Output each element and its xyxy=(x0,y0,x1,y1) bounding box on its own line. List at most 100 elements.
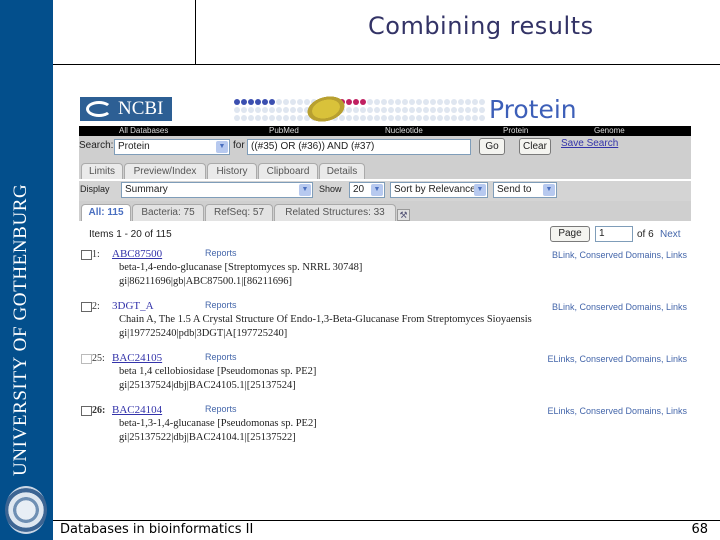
send-to-value: Send to xyxy=(497,184,532,195)
tab-preview-index[interactable]: Preview/Index xyxy=(124,163,206,179)
nav-all-databases[interactable]: All Databases xyxy=(119,126,168,136)
result-checkbox[interactable] xyxy=(81,250,92,260)
banner-dot xyxy=(388,99,394,105)
sort-value: Sort by Relevance xyxy=(394,184,476,195)
result-checkbox[interactable] xyxy=(81,354,92,364)
banner-dot xyxy=(241,99,247,105)
university-sidebar: UNIVERSITY OF GOTHENBURG xyxy=(0,0,53,540)
page-button[interactable]: Page xyxy=(550,226,590,242)
nav-pubmed[interactable]: PubMed xyxy=(269,126,299,136)
page-number-input[interactable]: 1 xyxy=(595,226,633,242)
result-number: 25: xyxy=(92,353,105,364)
banner-dot xyxy=(353,107,359,113)
filter-tab-bacteria[interactable]: Bacteria: 75 xyxy=(132,204,204,221)
nav-nucleotide[interactable]: Nucleotide xyxy=(385,126,423,136)
send-to-select[interactable]: Send to ▼ xyxy=(493,182,557,198)
tab-limits[interactable]: Limits xyxy=(81,163,123,179)
display-format-select[interactable]: Summary ▼ xyxy=(121,182,313,198)
database-select[interactable]: Protein ▼ xyxy=(114,139,230,155)
banner-dot xyxy=(374,99,380,105)
tab-details[interactable]: Details xyxy=(319,163,365,179)
banner-dot xyxy=(416,107,422,113)
banner-dot xyxy=(409,115,415,121)
display-options-bar: Display Summary ▼ Show 20 ▼ Sort by Rele… xyxy=(79,179,691,201)
show-count-select[interactable]: 20 ▼ xyxy=(349,182,385,198)
chevron-down-icon: ▼ xyxy=(543,184,555,196)
banner-dot xyxy=(367,99,373,105)
banner-dot xyxy=(234,99,240,105)
banner-dot xyxy=(479,107,485,113)
chevron-down-icon: ▼ xyxy=(299,184,311,196)
result-description: beta-1,3-1,4-glucanase [Pseudomonas sp. … xyxy=(119,418,317,429)
tools-icon[interactable]: ⚒ xyxy=(397,209,410,221)
filter-tab-related-structures[interactable]: Related Structures: 33 xyxy=(274,204,396,221)
banner-dot xyxy=(276,107,282,113)
result-checkbox[interactable] xyxy=(81,406,92,416)
result-item: 2: 3DGT_A Reports BLink, Conserved Domai… xyxy=(79,300,691,350)
nav-protein[interactable]: Protein xyxy=(503,126,528,136)
university-name: UNIVERSITY OF GOTHENBURG xyxy=(10,183,31,476)
result-reports-link[interactable]: Reports xyxy=(205,352,237,362)
banner-dot xyxy=(430,107,436,113)
result-accession-link[interactable]: BAC24105 xyxy=(112,352,162,364)
banner-dot xyxy=(451,99,457,105)
banner-dot xyxy=(374,107,380,113)
banner-dot xyxy=(269,115,275,121)
result-accession-link[interactable]: 3DGT_A xyxy=(112,300,154,312)
banner-dot xyxy=(430,99,436,105)
sort-select[interactable]: Sort by Relevance ▼ xyxy=(390,182,488,198)
footer-rule xyxy=(53,520,720,521)
result-links[interactable]: ELinks, Conserved Domains, Links xyxy=(547,354,687,364)
ncbi-logo-text: NCBI xyxy=(118,98,164,119)
filter-tab-all[interactable]: All: 115 xyxy=(81,204,131,221)
result-accession-link[interactable]: BAC24104 xyxy=(112,404,162,416)
result-reports-link[interactable]: Reports xyxy=(205,300,237,310)
ncbi-logo[interactable]: NCBI xyxy=(80,97,172,121)
banner-dot xyxy=(388,115,394,121)
result-number: 1: xyxy=(92,249,100,260)
banner-dot xyxy=(430,115,436,121)
result-checkbox[interactable] xyxy=(81,302,92,312)
banner-dot xyxy=(381,99,387,105)
search-query-input[interactable]: ((#35) OR (#36)) AND (#37) xyxy=(247,139,471,155)
nav-genome[interactable]: Genome xyxy=(594,126,625,136)
banner-dot xyxy=(360,107,366,113)
result-accession-link[interactable]: ABC87500 xyxy=(112,248,162,260)
next-page-link[interactable]: Next xyxy=(660,229,681,240)
result-description: beta-1,4-endo-glucanase [Streptomyces sp… xyxy=(119,262,363,273)
result-reports-link[interactable]: Reports xyxy=(205,248,237,258)
go-button[interactable]: Go xyxy=(479,138,505,155)
banner-dot xyxy=(290,107,296,113)
banner-dot xyxy=(276,99,282,105)
result-links[interactable]: BLink, Conserved Domains, Links xyxy=(552,250,687,260)
banner-dot xyxy=(374,115,380,121)
banner-dot xyxy=(255,99,261,105)
result-item: 1: ABC87500 Reports BLink, Conserved Dom… xyxy=(79,248,691,298)
banner-dot xyxy=(409,107,415,113)
save-search-link[interactable]: Save Search xyxy=(561,138,618,149)
result-reports-link[interactable]: Reports xyxy=(205,404,237,414)
tab-clipboard[interactable]: Clipboard xyxy=(258,163,318,179)
result-links[interactable]: ELinks, Conserved Domains, Links xyxy=(547,406,687,416)
banner-dot xyxy=(234,107,240,113)
banner-dot xyxy=(353,115,359,121)
header-rule xyxy=(53,64,720,65)
ncbi-banner: NCBI Protein xyxy=(79,89,691,129)
banner-dot xyxy=(465,115,471,121)
banner-dot xyxy=(367,115,373,121)
banner-dot xyxy=(248,99,254,105)
banner-dot xyxy=(262,99,268,105)
banner-dot xyxy=(458,107,464,113)
result-links[interactable]: BLink, Conserved Domains, Links xyxy=(552,302,687,312)
filter-tab-refseq[interactable]: RefSeq: 57 xyxy=(205,204,273,221)
banner-dot xyxy=(451,107,457,113)
banner-dot xyxy=(395,115,401,121)
chevron-down-icon: ▼ xyxy=(216,141,228,153)
tab-history[interactable]: History xyxy=(207,163,257,179)
banner-dot xyxy=(360,99,366,105)
clear-button[interactable]: Clear xyxy=(519,138,551,155)
show-count-value: 20 xyxy=(353,184,365,195)
result-gi: gi|86211696|gb|ABC87500.1|[86211696] xyxy=(119,276,293,287)
header-divider xyxy=(195,0,196,65)
search-label: Search: xyxy=(79,140,114,151)
